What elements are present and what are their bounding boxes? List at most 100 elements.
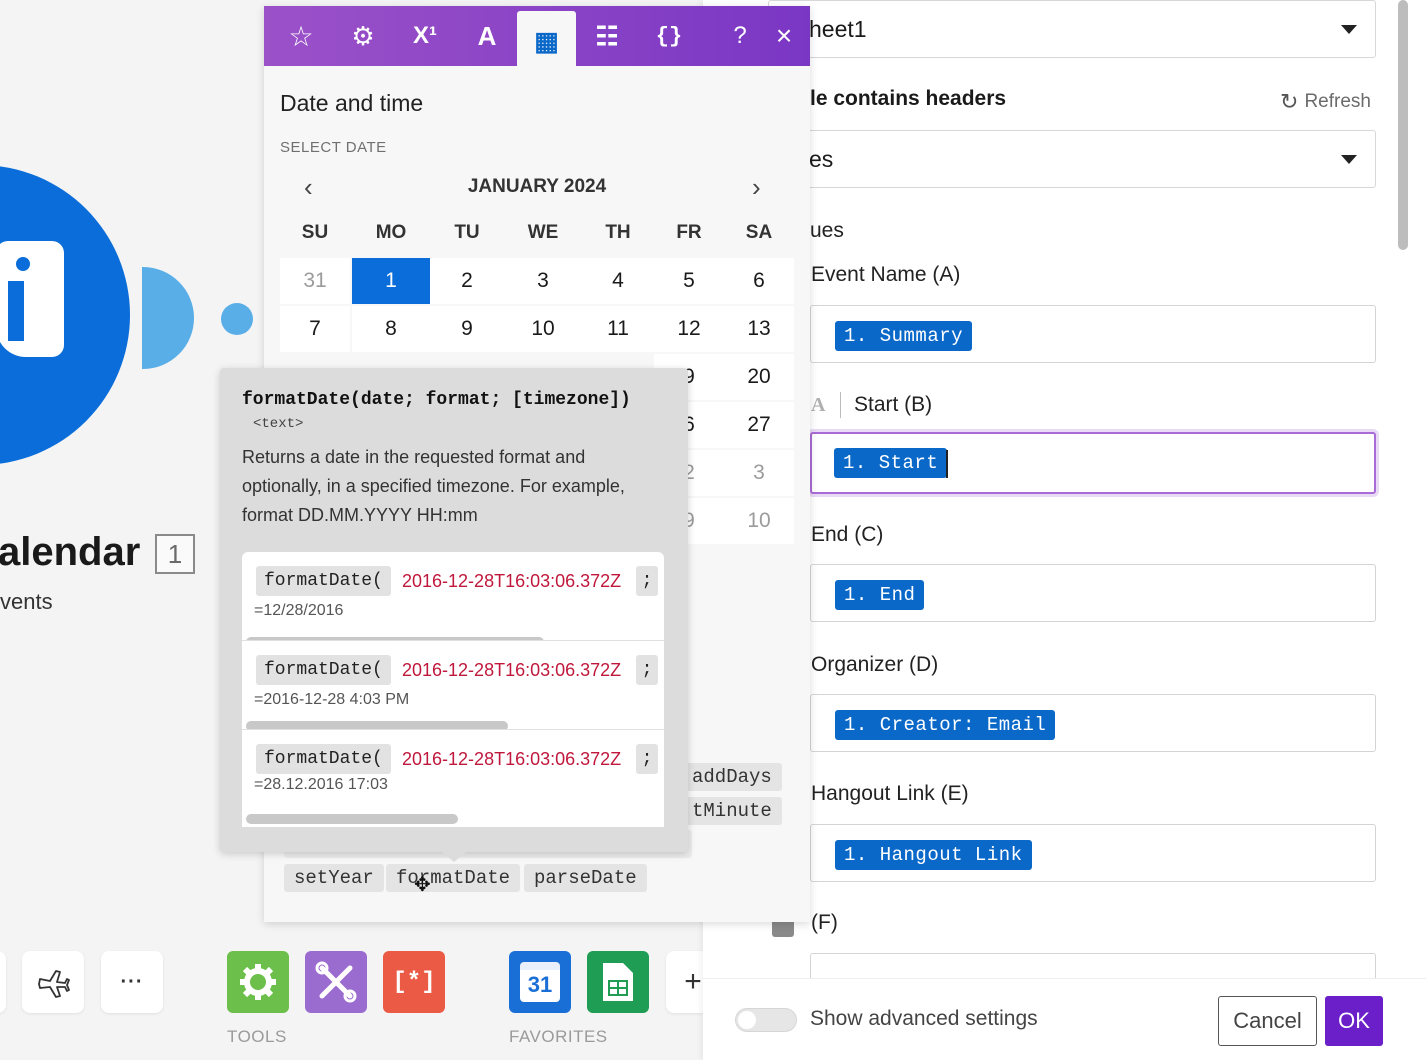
json-tile[interactable]: [*] xyxy=(383,951,445,1013)
month-label: JANUARY 2024 xyxy=(467,176,607,197)
calendar-day[interactable]: 1 xyxy=(352,258,430,304)
chevron-down-icon xyxy=(1341,25,1357,34)
tooltip-description: Returns a date in the requested format a… xyxy=(242,447,625,525)
module-title: alendar xyxy=(0,530,141,574)
headers-select[interactable]: es xyxy=(768,130,1376,188)
calendar-day[interactable]: 7 xyxy=(280,306,350,352)
tab-general[interactable]: ☆ xyxy=(270,6,332,66)
calendar-module-node[interactable] xyxy=(0,165,130,465)
example-arg: 2016-12-28T16:03:06.372Z xyxy=(402,749,622,769)
select-date-label: SELECT DATE xyxy=(280,139,387,156)
text-icon: A xyxy=(477,20,497,51)
function-tooltip: formatDate(date; format; [timezone]) <te… xyxy=(220,368,688,862)
weekday-label: SU xyxy=(301,222,329,243)
function-chip[interactable]: tMinute xyxy=(682,797,782,825)
weekday-label: FR xyxy=(676,222,702,243)
calendar-day[interactable]: 13 xyxy=(724,306,794,352)
field-label-organizer: Organizer (D) xyxy=(811,653,939,676)
field-label-event-name: Event Name (A) xyxy=(811,263,961,286)
star-icon: ☆ xyxy=(288,20,314,52)
calendar-day[interactable]: 12 xyxy=(654,306,724,352)
sheets-icon xyxy=(603,963,633,1001)
weekday-label: SA xyxy=(745,222,773,243)
more-options-button[interactable]: ··· xyxy=(101,951,163,1013)
more-label: ··· xyxy=(120,970,144,993)
start-input[interactable]: 1. Start xyxy=(810,432,1376,494)
example-semicolon: ; xyxy=(636,566,658,596)
calendar-day[interactable]: 2 xyxy=(430,258,504,304)
prev-month-button[interactable]: ‹ xyxy=(304,172,313,203)
calendar-day[interactable]: 6 xyxy=(724,258,794,304)
close-icon: × xyxy=(775,20,793,51)
tab-json[interactable]: {} xyxy=(638,6,700,66)
tools-wrench-tile[interactable] xyxy=(305,951,367,1013)
mapped-pill-creator-email[interactable]: 1. Creator: Email xyxy=(835,710,1056,740)
calendar-day[interactable]: 11 xyxy=(582,306,654,352)
next-month-button[interactable]: › xyxy=(752,172,761,203)
google-sheets-tile[interactable] xyxy=(587,951,649,1013)
mapped-pill-start[interactable]: 1. Start xyxy=(834,448,948,478)
tab-array[interactable]: ☷ xyxy=(576,6,638,66)
mapped-pill-summary[interactable]: 1. Summary xyxy=(835,321,973,351)
end-input[interactable]: 1. End xyxy=(810,564,1376,622)
refresh-button[interactable]: ↻ Refresh xyxy=(1280,89,1371,115)
hangout-link-input[interactable]: 1. Hangout Link xyxy=(810,824,1376,882)
calendar-day[interactable]: 4 xyxy=(582,258,654,304)
calendar-app-icon: 31 xyxy=(520,962,560,1002)
organizer-input[interactable]: 1. Creator: Email xyxy=(810,694,1376,752)
example-semicolon: ; xyxy=(636,744,658,774)
calendar-day[interactable]: 31 xyxy=(280,258,350,304)
tab-date-time[interactable]: ▦ xyxy=(517,11,576,71)
example-fn: formatDate( xyxy=(256,566,391,596)
example-scrollbar[interactable] xyxy=(246,721,508,729)
function-chip-formatdate[interactable]: formatDate xyxy=(386,864,521,892)
tab-superscript[interactable]: X¹ xyxy=(394,6,456,66)
chevron-right-icon: › xyxy=(752,172,761,202)
function-chip[interactable]: addDays xyxy=(682,763,782,791)
tab-math[interactable]: ⚙ xyxy=(332,6,394,66)
example-2: formatDate( 2016-12-28T16:03:06.372Z ; =… xyxy=(242,641,664,729)
calendar-day[interactable]: 5 xyxy=(654,258,724,304)
calendar-day[interactable]: 3 xyxy=(504,258,582,304)
advanced-settings-toggle[interactable] xyxy=(735,1008,797,1032)
event-name-input[interactable]: 1. Summary xyxy=(810,305,1376,363)
example-1: formatDate( 2016-12-28T16:03:06.372Z ; =… xyxy=(242,552,664,640)
headers-select-value: es xyxy=(809,146,834,172)
tools-gear-tile[interactable] xyxy=(227,951,289,1013)
example-arg: 2016-12-28T16:03:06.372Z xyxy=(402,660,622,680)
close-button[interactable]: × xyxy=(758,6,810,66)
module-connector-dot[interactable] xyxy=(221,303,253,335)
weekday-label: WE xyxy=(527,222,559,243)
calendar-day[interactable]: 10 xyxy=(724,498,794,544)
calendar-day[interactable]: 20 xyxy=(724,354,794,400)
refresh-label: Refresh xyxy=(1304,91,1371,112)
tab-text[interactable]: A xyxy=(456,6,518,66)
toolbar-partial-button[interactable] xyxy=(0,951,6,1013)
calendar-day[interactable]: 8 xyxy=(352,306,430,352)
autoalign-button[interactable] xyxy=(22,951,84,1013)
mapped-pill-hangout-link[interactable]: 1. Hangout Link xyxy=(835,840,1032,870)
ok-button[interactable]: OK xyxy=(1325,996,1383,1046)
calendar-day[interactable]: 3 xyxy=(724,450,794,496)
cancel-button[interactable]: Cancel xyxy=(1218,996,1317,1046)
sheet-select[interactable]: heet1 xyxy=(768,0,1376,58)
module-connector-half-ring[interactable] xyxy=(142,267,194,369)
refresh-icon: ↻ xyxy=(1280,89,1299,114)
calendar-day[interactable]: 9 xyxy=(430,306,504,352)
airplane-icon xyxy=(38,970,70,998)
example-3: formatDate( 2016-12-28T16:03:06.372Z ; =… xyxy=(242,730,664,827)
weekday-label: MO xyxy=(375,222,407,243)
picker-tab-bar: ☆ ⚙ X¹ A ▦ ☷ {} ? × xyxy=(264,6,810,71)
function-chip-parsedate[interactable]: parseDate xyxy=(524,864,647,892)
brackets-icon: [*] xyxy=(392,968,436,996)
panel-scrollbar-thumb[interactable] xyxy=(1398,0,1408,250)
example-semicolon: ; xyxy=(636,655,658,685)
mapped-pill-end[interactable]: 1. End xyxy=(835,580,925,610)
calendar-icon: ▦ xyxy=(534,25,559,56)
calendar-day[interactable]: 27 xyxy=(724,402,794,448)
example-scrollbar[interactable] xyxy=(246,814,458,824)
function-chip-setyear[interactable]: setYear xyxy=(284,864,384,892)
google-calendar-tile[interactable]: 31 xyxy=(509,951,571,1013)
example-result: =12/28/2016 xyxy=(254,602,344,619)
calendar-day[interactable]: 10 xyxy=(504,306,582,352)
